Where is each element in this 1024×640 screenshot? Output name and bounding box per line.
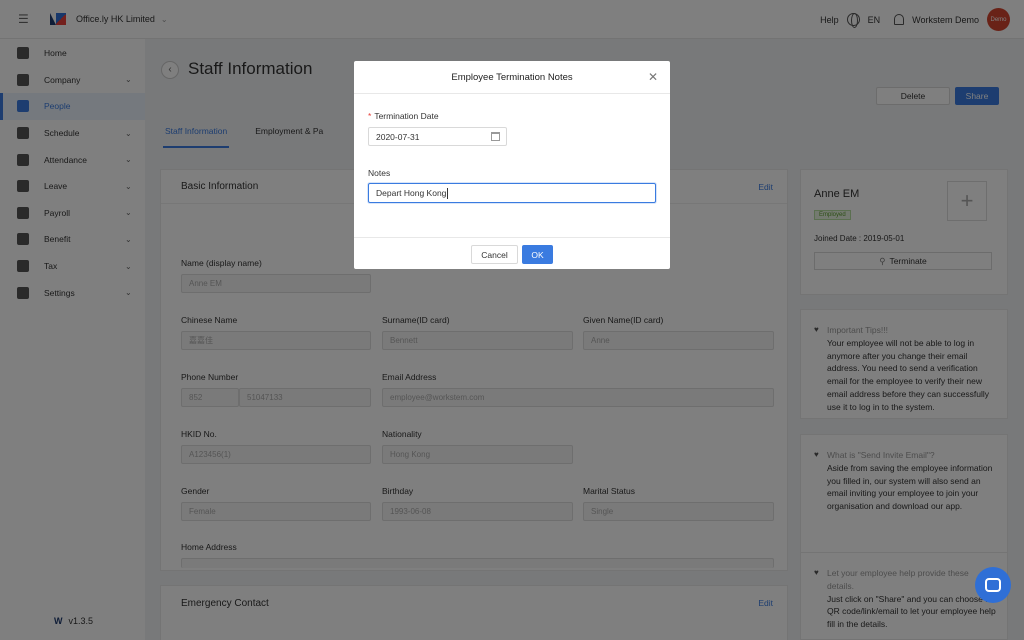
cancel-button[interactable]: Cancel xyxy=(471,245,518,264)
termination-date-label: * Termination Date xyxy=(368,111,439,121)
chat-icon xyxy=(985,578,1001,592)
notes-label: Notes xyxy=(368,168,391,178)
notes-input[interactable]: Depart Hong Kong xyxy=(368,183,656,203)
dialog-footer: Cancel OK xyxy=(354,237,670,269)
dialog-title: Employee Termination Notes xyxy=(354,61,670,94)
chat-launcher-button[interactable] xyxy=(975,567,1011,603)
close-icon[interactable]: ✕ xyxy=(648,70,658,84)
text-cursor xyxy=(447,187,449,199)
termination-notes-dialog: Employee Termination Notes ✕ * Terminatio… xyxy=(354,61,670,269)
calendar-icon[interactable] xyxy=(491,132,500,141)
ok-button[interactable]: OK xyxy=(522,245,553,264)
required-mark: * xyxy=(368,111,372,121)
termination-date-input[interactable]: 2020-07-31 xyxy=(368,127,507,146)
